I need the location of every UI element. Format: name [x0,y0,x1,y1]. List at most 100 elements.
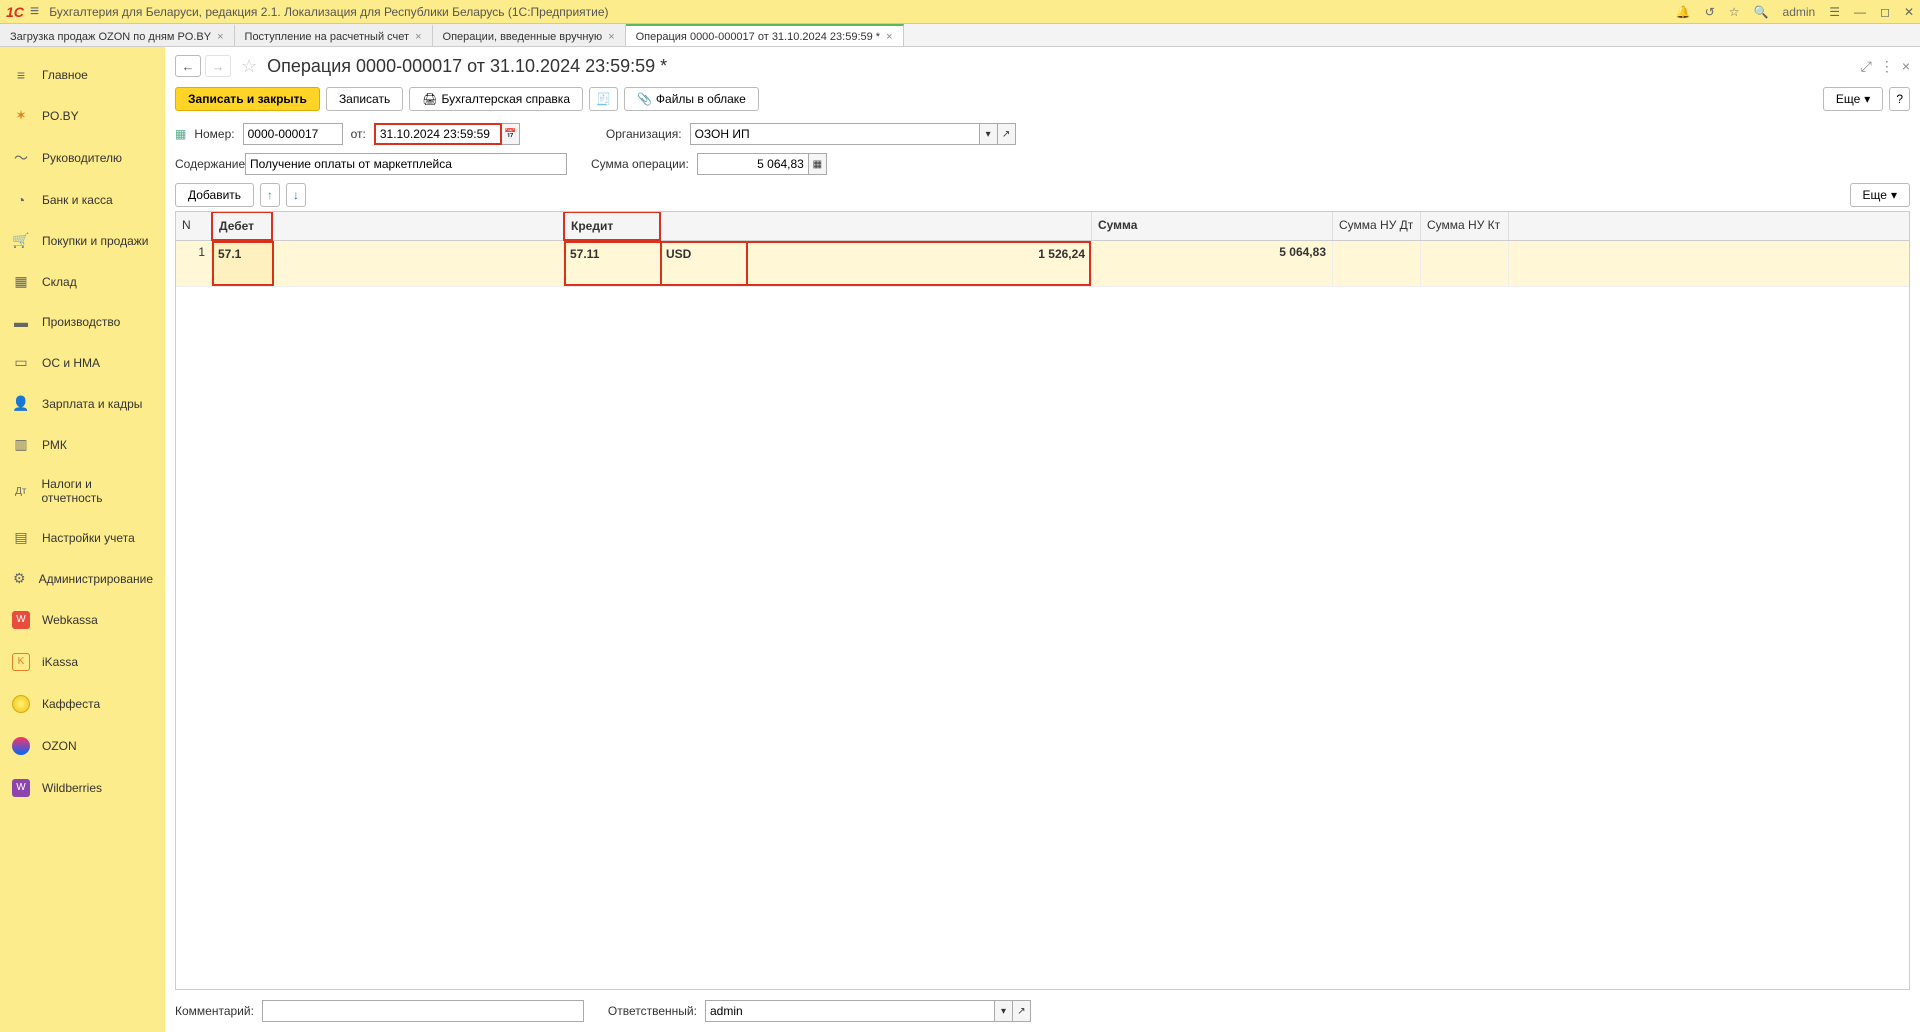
bar-icon: ▬ [12,314,30,330]
sidebar-item-wildberries[interactable]: WWildberries [0,767,165,809]
number-label: Номер: [194,127,234,141]
sidebar-item-label: Каффеста [42,697,100,711]
number-input[interactable] [243,123,343,145]
open-icon[interactable]: ↗ [998,123,1016,145]
tab-3[interactable]: Операция 0000-000017 от 31.10.2024 23:59… [626,24,904,46]
star-icon[interactable]: ☆ [1729,5,1740,19]
sidebar-item-label: Главное [42,68,88,82]
sidebar-item-main[interactable]: ≡ Главное [0,55,165,95]
sidebar-item-warehouse[interactable]: ▦Склад [0,261,165,302]
tab-1[interactable]: Поступление на расчетный счет × [235,24,433,46]
col-debet[interactable]: Дебет [212,212,564,240]
sidebar-item-salary[interactable]: 👤Зарплата и кадры [0,383,165,424]
report-button[interactable]: 🖨Бухгалтерская справка [409,87,583,111]
close-page-icon[interactable]: × [1902,58,1910,74]
sidebar-item-rmk[interactable]: ▥РМК [0,424,165,465]
truck-icon: ▭ [12,354,30,371]
content-input[interactable] [245,153,567,175]
tab-2[interactable]: Операции, введенные вручную × [433,24,626,46]
col-nudt[interactable]: Сумма НУ Дт [1333,212,1421,240]
save-button[interactable]: Записать [326,87,403,111]
home-icon: ≡ [12,67,30,83]
link-icon[interactable]: ⤢ [1861,58,1872,75]
maximize-icon[interactable]: ◻ [1880,5,1890,19]
sum-label: Сумма операции: [591,157,689,171]
dropdown-icon[interactable]: ▾ [995,1000,1013,1022]
sidebar-item-bank[interactable]: ◔Банк и касса [0,180,165,220]
sidebar-item-label: Настройки учета [42,531,135,545]
kredit-currency[interactable]: USD [662,241,748,286]
tab-0[interactable]: Загрузка продаж OZON по дням PO.BY × [0,24,235,46]
menu-icon[interactable]: ≡ [30,3,39,21]
table-row[interactable]: 1 57.1 57.11 USD 1 526,24 [176,241,1909,287]
sidebar-item-assets[interactable]: ▭ОС и НМА [0,342,165,383]
tab-close-icon[interactable]: × [217,31,223,43]
bell-icon[interactable]: 🔔 [1676,5,1691,19]
tab-close-icon[interactable]: × [608,31,614,43]
favorite-icon[interactable]: ☆ [241,56,257,77]
col-sum[interactable]: Сумма [1092,212,1333,240]
comment-input[interactable] [262,1000,584,1022]
sidebar-item-poby[interactable]: ✶PO.BY [0,95,165,136]
toolbar: Записать и закрыть Записать 🖨Бухгалтерск… [165,83,1920,119]
col-n[interactable]: N [176,212,212,240]
nav-back-button[interactable]: ← [175,55,201,77]
sidebar-item-production[interactable]: ▬ Производство [0,302,165,342]
gear-icon: ⚙ [12,570,27,587]
save-close-button[interactable]: Записать и закрыть [175,87,320,111]
kredit-value[interactable]: 1 526,24 [748,241,1091,286]
sidebar-item-label: Производство [42,315,120,329]
tab-close-icon[interactable]: × [415,31,421,43]
add-button[interactable]: Добавить [175,183,254,207]
responsible-label: Ответственный: [608,1004,697,1018]
open-icon[interactable]: ↗ [1013,1000,1031,1022]
footer: Комментарий: Ответственный: ▾ ↗ [165,990,1920,1032]
move-down-button[interactable]: ↓ [286,183,306,207]
sidebar-item-manager[interactable]: 〜Руководителю [0,136,165,180]
date-input[interactable] [374,123,502,145]
search-icon[interactable]: 🔍 [1754,5,1769,19]
more-button[interactable]: Еще ▾ [1823,87,1883,111]
user-label[interactable]: admin [1783,5,1816,19]
sidebar-item-ikassa[interactable]: KiKassa [0,641,165,683]
chevron-down-icon: ▾ [1864,92,1870,106]
tabbar: Загрузка продаж OZON по дням PO.BY × Пос… [0,24,1920,47]
history-icon[interactable]: ↺ [1705,5,1715,19]
org-label: Организация: [606,127,682,141]
move-up-button[interactable]: ↑ [260,183,280,207]
nav-forward-button[interactable]: → [205,55,231,77]
dropdown-icon[interactable]: ▾ [980,123,998,145]
responsible-input[interactable] [705,1000,995,1022]
sidebar-item-ozon[interactable]: OZON [0,725,165,767]
kebab-icon[interactable]: ⋮ [1880,58,1894,75]
calendar-icon[interactable]: 📅 [502,123,520,145]
list-icon: ▤ [12,529,30,546]
sidebar-item-label: iKassa [42,655,78,669]
sidebar-item-kaffesta[interactable]: Каффеста [0,683,165,725]
settings-icon[interactable]: ☰ [1829,5,1840,19]
date-label: от: [351,127,366,141]
org-input[interactable] [690,123,980,145]
content-label: Содержание: [175,157,237,171]
close-icon[interactable]: ✕ [1904,5,1914,19]
sidebar-item-taxes[interactable]: ДтНалоги и отчетность [0,465,165,517]
sidebar-item-label: Покупки и продажи [42,234,149,248]
kredit-account[interactable]: 57.11 [564,241,662,286]
minimize-icon[interactable]: — [1854,5,1866,19]
sidebar-item-sales[interactable]: 🛒Покупки и продажи [0,220,165,261]
sidebar-item-admin[interactable]: ⚙Администрирование [0,558,165,599]
sidebar-item-webkassa[interactable]: WWebkassa [0,599,165,641]
sidebar-item-settings[interactable]: ▤ Настройки учета [0,517,165,558]
tab-close-icon[interactable]: × [886,31,892,43]
calc-icon[interactable]: ▦ [809,153,827,175]
page-header: ← → ☆ Операция 0000-000017 от 31.10.2024… [165,47,1920,83]
sidebar-item-label: Руководителю [42,151,122,165]
debet-account[interactable]: 57.1 [212,241,274,286]
col-kredit[interactable]: Кредит [564,212,1092,240]
tree-button[interactable]: 🧾 [589,87,618,111]
sum-input[interactable] [697,153,809,175]
col-nukt[interactable]: Сумма НУ Кт [1421,212,1509,240]
help-button[interactable]: ? [1889,87,1910,111]
grid-more-button[interactable]: Еще ▾ [1850,183,1910,207]
files-button[interactable]: 📎Файлы в облаке [624,87,759,111]
